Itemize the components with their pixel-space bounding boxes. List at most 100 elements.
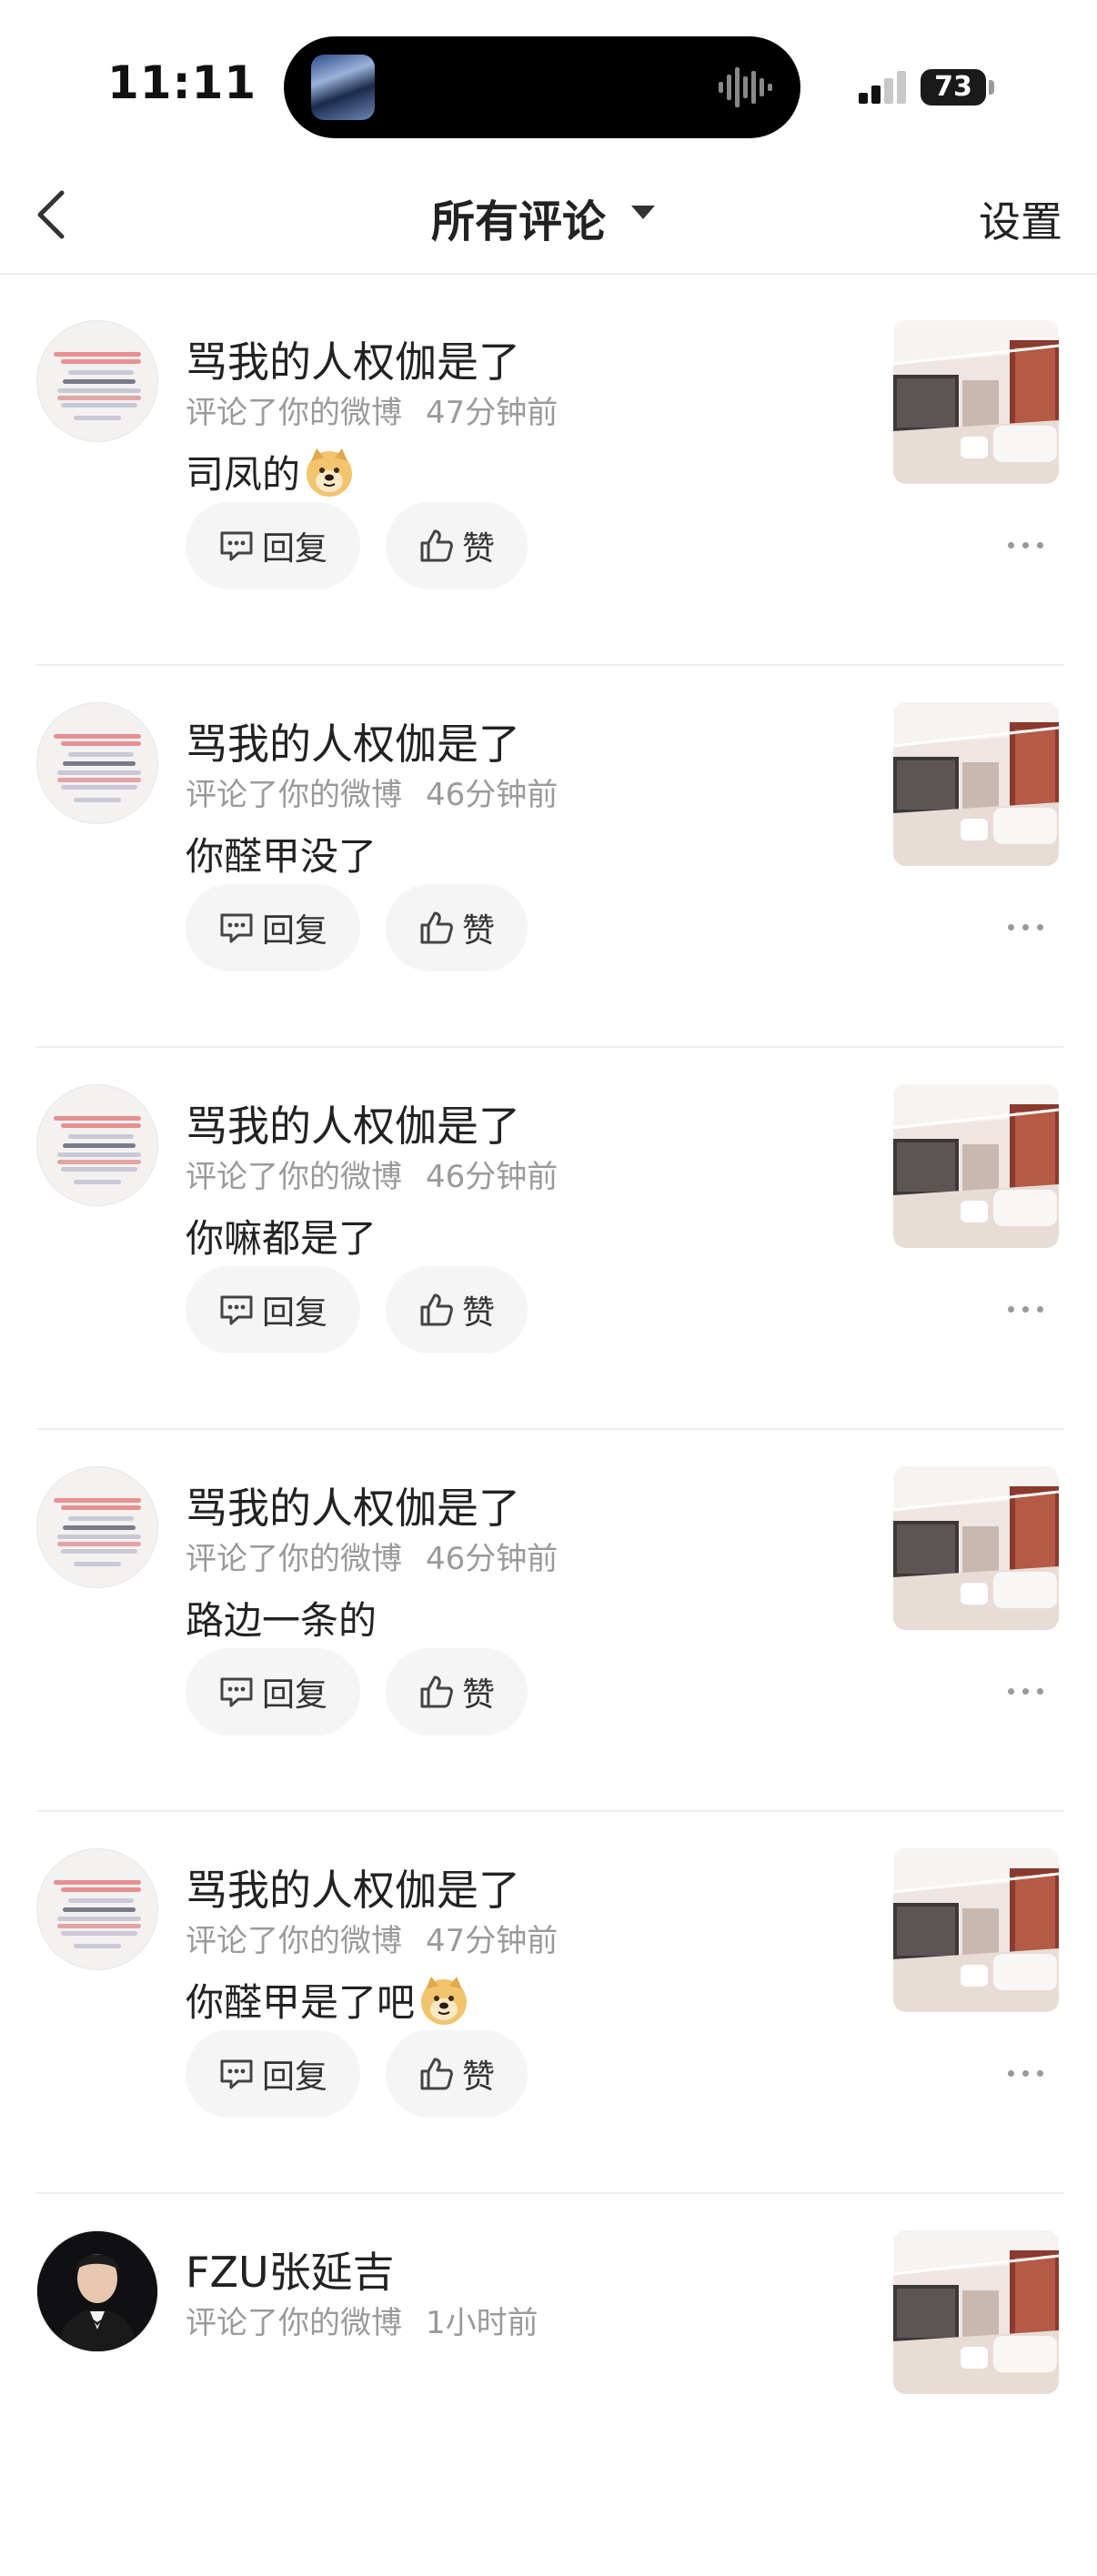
thumbs-up-icon [420,1675,453,1708]
comment-item[interactable]: 骂我的人权伽是了 评论了你的微博 46分钟前 你醛甲没了 回复 赞 [0,666,1097,1048]
comment-bubble-icon [220,1295,253,1325]
more-icon[interactable] [1008,537,1044,555]
room-photo-image [893,1466,1059,1630]
avatar-text-line [54,1116,141,1121]
comment-meta: 评论了你的微博 1小时前 [186,2298,538,2342]
comment-item[interactable]: 骂我的人权伽是了 评论了你的微博 46分钟前 路边一条的 回复 赞 [0,1430,1097,1812]
more-icon[interactable] [1008,1301,1044,1319]
avatar-text-line [74,798,121,802]
commenter-name[interactable]: 骂我的人权伽是了 [186,1475,520,1535]
room-photo-image [893,702,1059,866]
comment-text-value: 你醛甲没了 [186,834,377,879]
commenter-name[interactable]: 骂我的人权伽是了 [186,1093,520,1153]
avatar[interactable] [36,702,158,824]
commenter-name[interactable]: 骂我的人权伽是了 [186,1857,520,1917]
avatar-text-line [61,1505,141,1510]
chevron-left-icon[interactable] [27,187,82,242]
avatar-text-line [61,741,141,746]
room-photo-image [893,1848,1059,2012]
weibo-thumbnail[interactable] [893,702,1059,866]
settings-button[interactable]: 设置 [979,189,1062,249]
battery-nub [989,80,994,95]
weibo-thumbnail[interactable] [893,1466,1059,1630]
weibo-thumbnail[interactable] [893,2230,1059,2394]
avatar-text-line [63,1525,136,1530]
comment-action: 评论了你的微博 [186,1541,402,1577]
status-time: 11:11 [107,56,257,109]
comment-time: 46分钟前 [426,777,559,813]
avatar-text-line [57,388,141,393]
reply-label: 回复 [261,2058,327,2096]
reply-button[interactable]: 回复 [186,502,360,589]
reply-label: 回复 [261,1294,327,1332]
thumbs-up-icon [420,911,453,944]
commenter-name[interactable]: 骂我的人权伽是了 [186,329,520,389]
caret-down-icon[interactable] [631,206,655,219]
avatar-text-line [63,1907,136,1912]
avatar-text-line [74,1562,121,1566]
thumbs-up-icon [420,1293,453,1326]
like-button[interactable]: 赞 [386,1648,528,1736]
avatar-text-line [68,1898,134,1903]
avatar-text-line [57,1917,141,1921]
now-playing-artwork [311,55,375,120]
like-button[interactable]: 赞 [386,884,528,971]
comment-action: 评论了你的微博 [186,395,402,431]
doge-emoji-icon [307,448,353,497]
comment-item[interactable]: 骂我的人权伽是了 评论了你的微博 46分钟前 你嘛都是了 回复 赞 [0,1048,1097,1430]
comment-text-value: 司凤的 [186,452,301,497]
thumbs-up-icon [420,529,453,562]
comment-bubble-icon [220,531,253,561]
comment-meta: 评论了你的微博 46分钟前 [186,1534,558,1578]
comment-time: 47分钟前 [426,1923,559,1959]
like-label: 赞 [461,530,495,568]
like-button[interactable]: 赞 [386,1266,528,1353]
more-icon[interactable] [1008,2065,1044,2083]
reply-button[interactable]: 回复 [186,884,360,971]
page-title[interactable]: 所有评论 [431,186,606,249]
comment-meta: 评论了你的微博 46分钟前 [186,770,558,814]
avatar-text-line [54,1880,141,1885]
avatar-text-line [57,1535,141,1539]
comment-text: 司凤的 [186,444,355,499]
reply-button[interactable]: 回复 [186,1648,360,1736]
avatar-text-line [61,1167,137,1172]
weibo-thumbnail[interactable] [893,1084,1059,1248]
avatar-text-line [68,752,134,757]
more-icon[interactable] [1008,1683,1044,1701]
avatar-text-line [57,1542,141,1546]
comment-meta: 评论了你的微博 46分钟前 [186,1152,558,1196]
cellular-signal-icon [859,71,906,104]
like-label: 赞 [461,912,495,950]
comment-item[interactable]: 骂我的人权伽是了 评论了你的微博 47分钟前 司凤的 回复 赞 [0,284,1097,666]
more-icon[interactable] [1008,919,1044,937]
like-button[interactable]: 赞 [386,2030,528,2118]
avatar-text-line [61,1123,141,1128]
avatar[interactable] [36,1466,158,1588]
avatar-text-line [74,416,121,420]
avatar-text-line [57,396,141,400]
commenter-name[interactable]: 骂我的人权伽是了 [186,711,520,771]
reply-button[interactable]: 回复 [186,2030,360,2118]
reply-label: 回复 [261,530,327,568]
commenter-name[interactable]: FZU张延吉 [186,2239,395,2299]
comment-bubble-icon [220,913,253,943]
avatar[interactable] [36,320,158,442]
avatar-text-line [63,761,136,766]
avatar-text-line [54,734,141,739]
status-bar: 11:11 73 [0,0,1097,146]
comment-bubble-icon [220,2059,253,2089]
weibo-thumbnail[interactable] [893,320,1059,484]
comment-item[interactable]: FZU张延吉 评论了你的微博 1小时前 [0,2194,1097,2576]
weibo-thumbnail[interactable] [893,1848,1059,2012]
avatar[interactable] [36,1084,158,1206]
avatar-text-line [57,770,141,775]
like-label: 赞 [461,2058,495,2096]
like-button[interactable]: 赞 [386,502,528,589]
avatar-text-line [61,359,141,364]
comment-item[interactable]: 骂我的人权伽是了 评论了你的微博 47分钟前 你醛甲是了吧 回复 赞 [0,1812,1097,2194]
reply-button[interactable]: 回复 [186,1266,360,1353]
comment-action: 评论了你的微博 [186,777,402,813]
avatar[interactable] [36,2230,158,2352]
avatar[interactable] [36,1848,158,1970]
